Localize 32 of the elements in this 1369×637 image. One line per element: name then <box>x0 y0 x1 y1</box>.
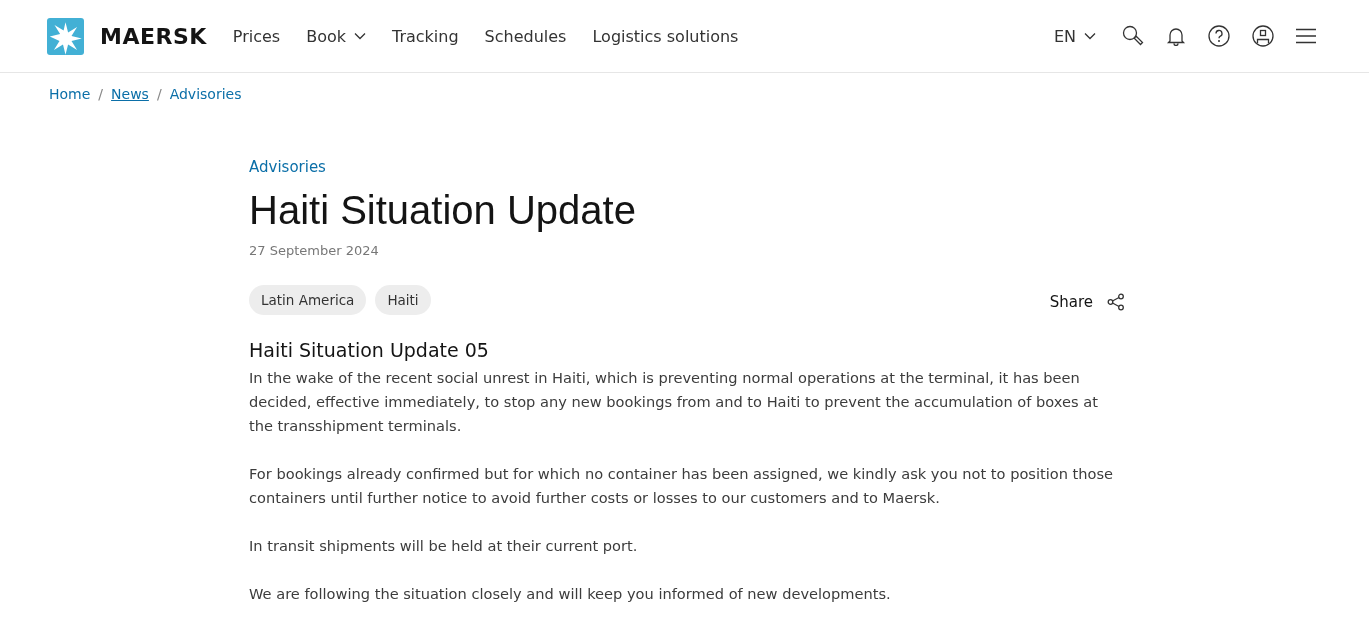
help-icon[interactable] <box>1208 25 1230 47</box>
paragraph: For bookings already confirmed but for which no container has been assigned, we kindly ask you not to position those containers until further notice to avoid further costs or losses to our customers and to Maersk. <box>249 464 1115 508</box>
breadcrumb-separator: / <box>156 86 162 102</box>
chevron-down-icon <box>354 32 366 40</box>
chevron-down-icon <box>1084 32 1096 40</box>
article-title: Haiti Situation Update <box>249 188 637 233</box>
nav-link[interactable]: Prices <box>232 26 281 46</box>
paragraph: In transit shipments will be held at their current port. <box>249 536 639 556</box>
breadcrumb-link[interactable]: News <box>111 86 149 102</box>
breadcrumb-separator: / <box>98 86 104 102</box>
nav-link[interactable]: Schedules <box>484 26 567 46</box>
nav-link[interactable]: Logistics solutions <box>592 26 739 46</box>
nav-link[interactable]: Book <box>306 26 366 46</box>
section-heading: Haiti Situation Update 05 <box>249 339 490 361</box>
brand-name: MAERSK <box>100 23 207 49</box>
star-logo-icon <box>47 17 84 55</box>
nav-link[interactable]: Tracking <box>392 26 459 46</box>
user-icon[interactable] <box>1252 25 1274 47</box>
search-icon[interactable] <box>1122 25 1144 47</box>
paragraph: In the wake of the recent social unrest in Haiti, which is preventing normal operations at the terminal, it has been decided, effective immediately, to stop any new bookings from and to Haiti to prevent the accumulation of boxes at the transshipment terminals. <box>249 368 1099 436</box>
paragraph: We are following the situation closely and will keep you informed of new developments. <box>249 584 892 604</box>
tag-chip[interactable]: Latin America <box>249 285 367 315</box>
bell-icon[interactable] <box>1166 26 1186 46</box>
share-button[interactable]: Share <box>1049 293 1125 311</box>
category-link[interactable]: Advisories <box>249 158 326 176</box>
share-icon <box>1107 293 1125 311</box>
menu-icon[interactable] <box>1296 28 1316 44</box>
breadcrumb-link[interactable]: Home <box>49 86 91 102</box>
language-selector[interactable]: EN <box>1053 26 1096 46</box>
breadcrumb-link[interactable]: Advisories <box>169 86 242 102</box>
article-date: 27 September 2024 <box>249 243 380 258</box>
tag-chip[interactable]: Haiti <box>375 285 431 315</box>
